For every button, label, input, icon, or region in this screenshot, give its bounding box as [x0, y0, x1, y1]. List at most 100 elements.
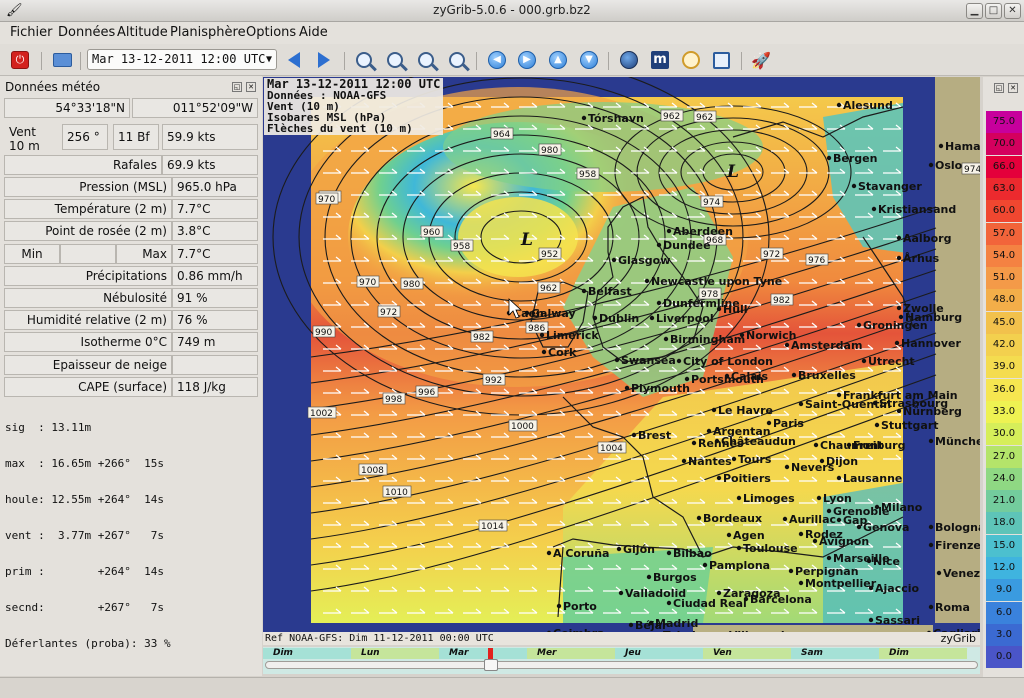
- circle-arrow-down-icon: ▼: [580, 51, 598, 69]
- pan-up-button[interactable]: ▲: [546, 49, 570, 71]
- pan-right-button[interactable]: ▶: [515, 49, 539, 71]
- download-button[interactable]: 🚀: [749, 49, 773, 71]
- float-panel-button[interactable]: ◱: [232, 82, 242, 92]
- close-button[interactable]: ✕: [1004, 3, 1021, 19]
- zoom-selection-button[interactable]: [414, 49, 438, 71]
- city-label: Århus: [896, 252, 940, 265]
- svg-text:Burgos: Burgos: [653, 571, 697, 584]
- zoom-all-button[interactable]: [445, 49, 469, 71]
- timeline-day-segment[interactable]: Dim: [263, 648, 351, 659]
- timeline-day-segment[interactable]: Lun: [351, 648, 439, 659]
- wave-line: Déferlantes (proba): 33 %: [5, 637, 171, 650]
- arrow-right-icon: [318, 52, 330, 68]
- close-scale-button[interactable]: ✕: [1008, 83, 1018, 93]
- city-label: Cork: [541, 346, 577, 359]
- maximize-button[interactable]: □: [985, 3, 1002, 19]
- close-panel-button[interactable]: ✕: [246, 82, 256, 92]
- city-label: Venezia: [936, 567, 980, 580]
- city-label: Birmingham: [663, 333, 745, 346]
- timeline-day-segment[interactable]: Mar: [439, 648, 527, 659]
- precipitation-value: 0.86 mm/h: [172, 266, 258, 286]
- meteotable-button[interactable]: m: [648, 49, 672, 71]
- wave-line: prim : +264° 14s: [5, 565, 164, 578]
- menu-options[interactable]: Options: [246, 25, 296, 40]
- float-scale-button[interactable]: ◱: [994, 83, 1004, 93]
- date-select[interactable]: Mar 13-12-2011 12:00 UTC ▼: [87, 49, 277, 70]
- svg-text:958: 958: [453, 242, 470, 252]
- max-value: 7.7°C: [172, 244, 258, 264]
- isobar-value-label: 976: [805, 253, 829, 266]
- menu-altitude[interactable]: Altitude: [117, 25, 168, 40]
- save-image-button[interactable]: [709, 49, 733, 71]
- isobar-value-label: 986: [525, 321, 549, 334]
- svg-text:Newcastle upon Tyne: Newcastle upon Tyne: [651, 275, 782, 288]
- zoom-out-button[interactable]: [383, 49, 407, 71]
- city-label: Roma: [928, 601, 970, 614]
- svg-text:970: 970: [359, 278, 376, 288]
- svg-text:Ajaccio: Ajaccio: [875, 582, 920, 595]
- minimize-button[interactable]: ▁: [966, 3, 983, 19]
- previous-date-button[interactable]: [282, 49, 306, 71]
- menu-planisphere[interactable]: Planisphère: [170, 25, 246, 40]
- quit-button[interactable]: ⏻: [8, 49, 32, 71]
- city-label: Swansea: [614, 354, 676, 367]
- menu-fichier[interactable]: Fichier: [10, 25, 53, 40]
- city-label: Utrecht: [861, 355, 915, 368]
- open-file-button[interactable]: [50, 49, 74, 71]
- svg-text:Venezia: Venezia: [943, 567, 980, 580]
- timeline[interactable]: Dim Lun Mar Mer Jeu Ven Sam Dim: [263, 647, 980, 674]
- city-label: Burgos: [646, 571, 697, 584]
- city-label: Chaumont: [813, 439, 883, 452]
- city-label: Plymouth: [624, 382, 690, 395]
- max-label: Max: [116, 244, 172, 264]
- menu-aide[interactable]: Aide: [299, 25, 328, 40]
- city-label: Belfast: [581, 285, 632, 298]
- chevron-down-icon: ▼: [265, 54, 272, 65]
- next-date-button[interactable]: [312, 49, 336, 71]
- min-value: [60, 244, 116, 264]
- svg-text:Lyon: Lyon: [823, 492, 852, 505]
- boat-button[interactable]: [679, 49, 703, 71]
- menu-donnees[interactable]: Données: [58, 25, 115, 40]
- svg-text:Hannover: Hannover: [901, 337, 961, 350]
- timeline-day-label: Dim: [889, 648, 909, 658]
- svg-text:970: 970: [318, 195, 335, 205]
- timeline-day-segment[interactable]: Jeu: [615, 648, 703, 659]
- precipitation-label: Précipitations: [4, 266, 172, 286]
- wind-speed-value: 59.9 kts: [162, 124, 258, 150]
- timeline-slider-handle[interactable]: [484, 659, 498, 671]
- svg-text:980: 980: [541, 146, 558, 156]
- globe-button[interactable]: [617, 49, 641, 71]
- city-label: Barcelona: [743, 593, 812, 606]
- city-label: Hamar: [938, 140, 980, 153]
- weather-map[interactable]: L L 964 962 980 958 960 958 952 970 962 974 970 980 9…: [263, 77, 980, 643]
- svg-text:952: 952: [541, 250, 558, 260]
- svg-text:Sassari: Sassari: [875, 614, 920, 627]
- city-label: Newcastle upon Tyne: [644, 275, 782, 288]
- wave-line: vent : 3.77m +267° 7s: [5, 529, 164, 542]
- svg-text:Birmingham: Birmingham: [670, 333, 745, 346]
- zoom-out-icon: [387, 52, 403, 68]
- timeline-track[interactable]: [265, 661, 978, 669]
- city-label: Béjar: [628, 619, 668, 632]
- timeline-day-segment[interactable]: Dim: [879, 648, 967, 659]
- city-label: Glasgow: [611, 254, 670, 267]
- color-scale-swatch: 63.0: [986, 177, 1022, 200]
- color-scale-swatch: 27.0: [986, 445, 1022, 468]
- pan-left-button[interactable]: ◀: [485, 49, 509, 71]
- timeline-day-segment[interactable]: Ven: [703, 648, 791, 659]
- svg-text:Barcelona: Barcelona: [750, 593, 812, 606]
- pressure-label: Pression (MSL): [4, 177, 172, 197]
- color-scale-swatch: 36.0: [986, 378, 1022, 401]
- timeline-day-segment[interactable]: Sam: [791, 648, 879, 659]
- pan-down-button[interactable]: ▼: [577, 49, 601, 71]
- svg-text:Montpellier: Montpellier: [805, 577, 877, 590]
- map-overlay-line: Flèches du vent (10 m): [267, 122, 413, 135]
- timeline-day-segment[interactable]: Mer: [527, 648, 615, 659]
- isobar-value-label: 958: [450, 239, 474, 252]
- wave-line: houle: 12.55m +264° 14s: [5, 493, 164, 506]
- city-label: Agen: [726, 529, 765, 542]
- svg-text:Swansea: Swansea: [621, 354, 676, 367]
- zoom-in-button[interactable]: [352, 49, 376, 71]
- timeline-day-label: Ven: [713, 648, 732, 658]
